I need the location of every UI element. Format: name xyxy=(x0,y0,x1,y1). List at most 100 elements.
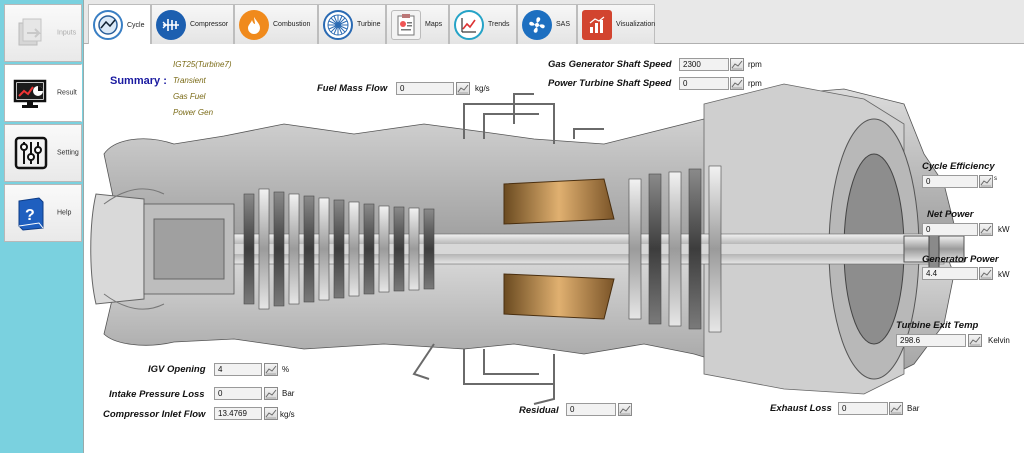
tab-turbine[interactable]: Turbine xyxy=(318,4,386,44)
sidebar-item-label: Help xyxy=(57,209,72,217)
igv-opening-chart-button[interactable] xyxy=(264,363,278,376)
inputs-icon xyxy=(18,18,42,46)
sidebar-item-help[interactable]: ? Help xyxy=(4,184,82,242)
exhaust-loss-unit: Bar xyxy=(907,404,920,413)
net-power-unit: kW xyxy=(998,225,1010,234)
tab-label: Maps xyxy=(425,21,443,28)
mini-chart-icon xyxy=(890,404,902,414)
sliders-icon xyxy=(14,136,48,170)
mini-chart-icon xyxy=(265,389,277,399)
fuel-mass-flow-chart-button[interactable] xyxy=(456,82,470,95)
turbine-exit-temp-chart-button[interactable] xyxy=(968,334,982,347)
svg-text:?: ? xyxy=(25,207,35,224)
cycle-icon xyxy=(93,10,123,40)
generator-power-chart-button[interactable] xyxy=(979,267,993,280)
compressor-inlet-flow-label: Compressor Inlet Flow xyxy=(103,409,206,420)
mini-chart-icon xyxy=(980,177,992,187)
tab-compressor[interactable]: Compressor xyxy=(151,4,234,44)
residual-label: Residual xyxy=(519,405,559,416)
sidebar-item-setting[interactable]: Setting xyxy=(4,124,82,182)
summary-title: Summary : xyxy=(110,75,167,87)
trends-icon xyxy=(454,9,484,40)
net-power-chart-button[interactable] xyxy=(979,223,993,236)
generator-power-unit: kW xyxy=(998,270,1010,279)
igv-opening-unit: % xyxy=(282,365,290,374)
gas-generator-speed-label: Gas Generator Shaft Speed xyxy=(548,59,672,70)
tab-maps[interactable]: Maps xyxy=(386,4,449,44)
net-power-field[interactable]: 0 xyxy=(922,223,978,236)
mini-chart-icon xyxy=(619,405,631,415)
cycle-efficiency-field[interactable]: 0 xyxy=(922,175,978,188)
compressor-icon xyxy=(156,9,186,40)
compressor-inlet-flow-unit: kg/s xyxy=(280,410,295,419)
turbine-exit-temp-label: Turbine Exit Temp xyxy=(896,320,979,331)
mini-chart-icon xyxy=(980,269,992,279)
exhaust-loss-field[interactable]: 0 xyxy=(838,402,888,415)
mini-chart-icon xyxy=(265,365,277,375)
net-power-label: Net Power xyxy=(927,209,974,220)
cycle-efficiency-chart-button[interactable] xyxy=(979,175,993,188)
intake-pressure-loss-field[interactable]: 0 xyxy=(214,387,262,400)
tab-label: Turbine xyxy=(357,21,381,28)
turbine-exit-temp-unit: Kelvin xyxy=(988,336,1010,345)
compressor-inlet-flow-chart-button[interactable] xyxy=(264,407,278,420)
tab-trends[interactable]: Trends xyxy=(449,4,517,44)
tab-label: Visualization xyxy=(616,21,656,28)
tab-label: SAS xyxy=(556,21,571,28)
mini-chart-icon xyxy=(731,60,743,70)
igv-opening-label: IGV Opening xyxy=(148,364,206,375)
intake-pressure-loss-chart-button[interactable] xyxy=(264,387,278,400)
tab-cycle[interactable]: Cycle xyxy=(88,4,151,45)
visualization-icon xyxy=(582,9,612,40)
mini-chart-icon xyxy=(731,79,743,89)
cycle-efficiency-unit: s xyxy=(994,176,997,182)
fan-icon xyxy=(522,9,552,40)
gas-generator-speed-unit: rpm xyxy=(748,60,762,69)
generator-power-label: Generator Power xyxy=(922,254,999,265)
power-turbine-speed-label: Power Turbine Shaft Speed xyxy=(548,78,672,89)
maps-icon xyxy=(391,9,421,40)
monitor-chart-icon xyxy=(13,79,47,108)
tab-label: Compressor xyxy=(190,21,229,28)
exhaust-loss-chart-button[interactable] xyxy=(889,402,903,415)
gas-generator-speed-field[interactable]: 2300 xyxy=(679,58,729,71)
cycle-efficiency-label: Cycle Efficiency xyxy=(922,161,995,172)
power-turbine-speed-field[interactable]: 0 xyxy=(679,77,729,90)
tab-bar: Cycle Compressor Combustion Turbine Maps xyxy=(84,0,1024,45)
tab-label: Combustion xyxy=(273,21,311,28)
mini-chart-icon xyxy=(969,336,981,346)
sidebar-item-result[interactable]: Result xyxy=(4,64,82,122)
help-book-icon: ? xyxy=(18,197,44,231)
turbine-exit-temp-field[interactable]: 298.6 xyxy=(896,334,966,347)
summary-fuel: Gas Fuel xyxy=(173,92,206,101)
sidebar-item-label: Inputs xyxy=(57,29,77,37)
fuel-mass-flow-field[interactable]: 0 xyxy=(396,82,454,95)
fuel-mass-flow-unit: kg/s xyxy=(475,84,490,93)
summary-application: Power Gen xyxy=(173,108,214,117)
sidebar-item-label: Setting xyxy=(57,149,79,157)
mini-chart-icon xyxy=(980,225,992,235)
tab-label: Cycle xyxy=(127,21,145,29)
app-window: Inputs Result Setting ? Help Cycle Compr… xyxy=(0,0,1024,453)
igv-opening-field[interactable]: 4 xyxy=(214,363,262,376)
flame-icon xyxy=(239,9,269,40)
generator-power-field[interactable]: 4.4 xyxy=(922,267,978,280)
compressor-inlet-flow-field[interactable]: 13.4769 xyxy=(214,407,262,420)
left-sidebar: Inputs Result Setting ? Help xyxy=(0,0,84,453)
turbine-icon xyxy=(323,9,353,40)
summary-model: IGT25(Turbine7) xyxy=(173,60,232,69)
sidebar-item-label: Result xyxy=(57,89,77,97)
summary-mode: Transient xyxy=(173,76,206,85)
sidebar-item-inputs[interactable]: Inputs xyxy=(4,4,82,62)
tab-label: Trends xyxy=(488,21,510,28)
tab-sas[interactable]: SAS xyxy=(517,4,577,44)
residual-field[interactable]: 0 xyxy=(566,403,616,416)
power-turbine-speed-chart-button[interactable] xyxy=(730,77,744,90)
power-turbine-speed-unit: rpm xyxy=(748,79,762,88)
tab-visualization[interactable]: Visualization xyxy=(577,4,655,44)
mini-chart-icon xyxy=(265,409,277,419)
gas-generator-speed-chart-button[interactable] xyxy=(730,58,744,71)
residual-chart-button[interactable] xyxy=(618,403,632,416)
mini-chart-icon xyxy=(457,84,469,94)
tab-combustion[interactable]: Combustion xyxy=(234,4,318,44)
